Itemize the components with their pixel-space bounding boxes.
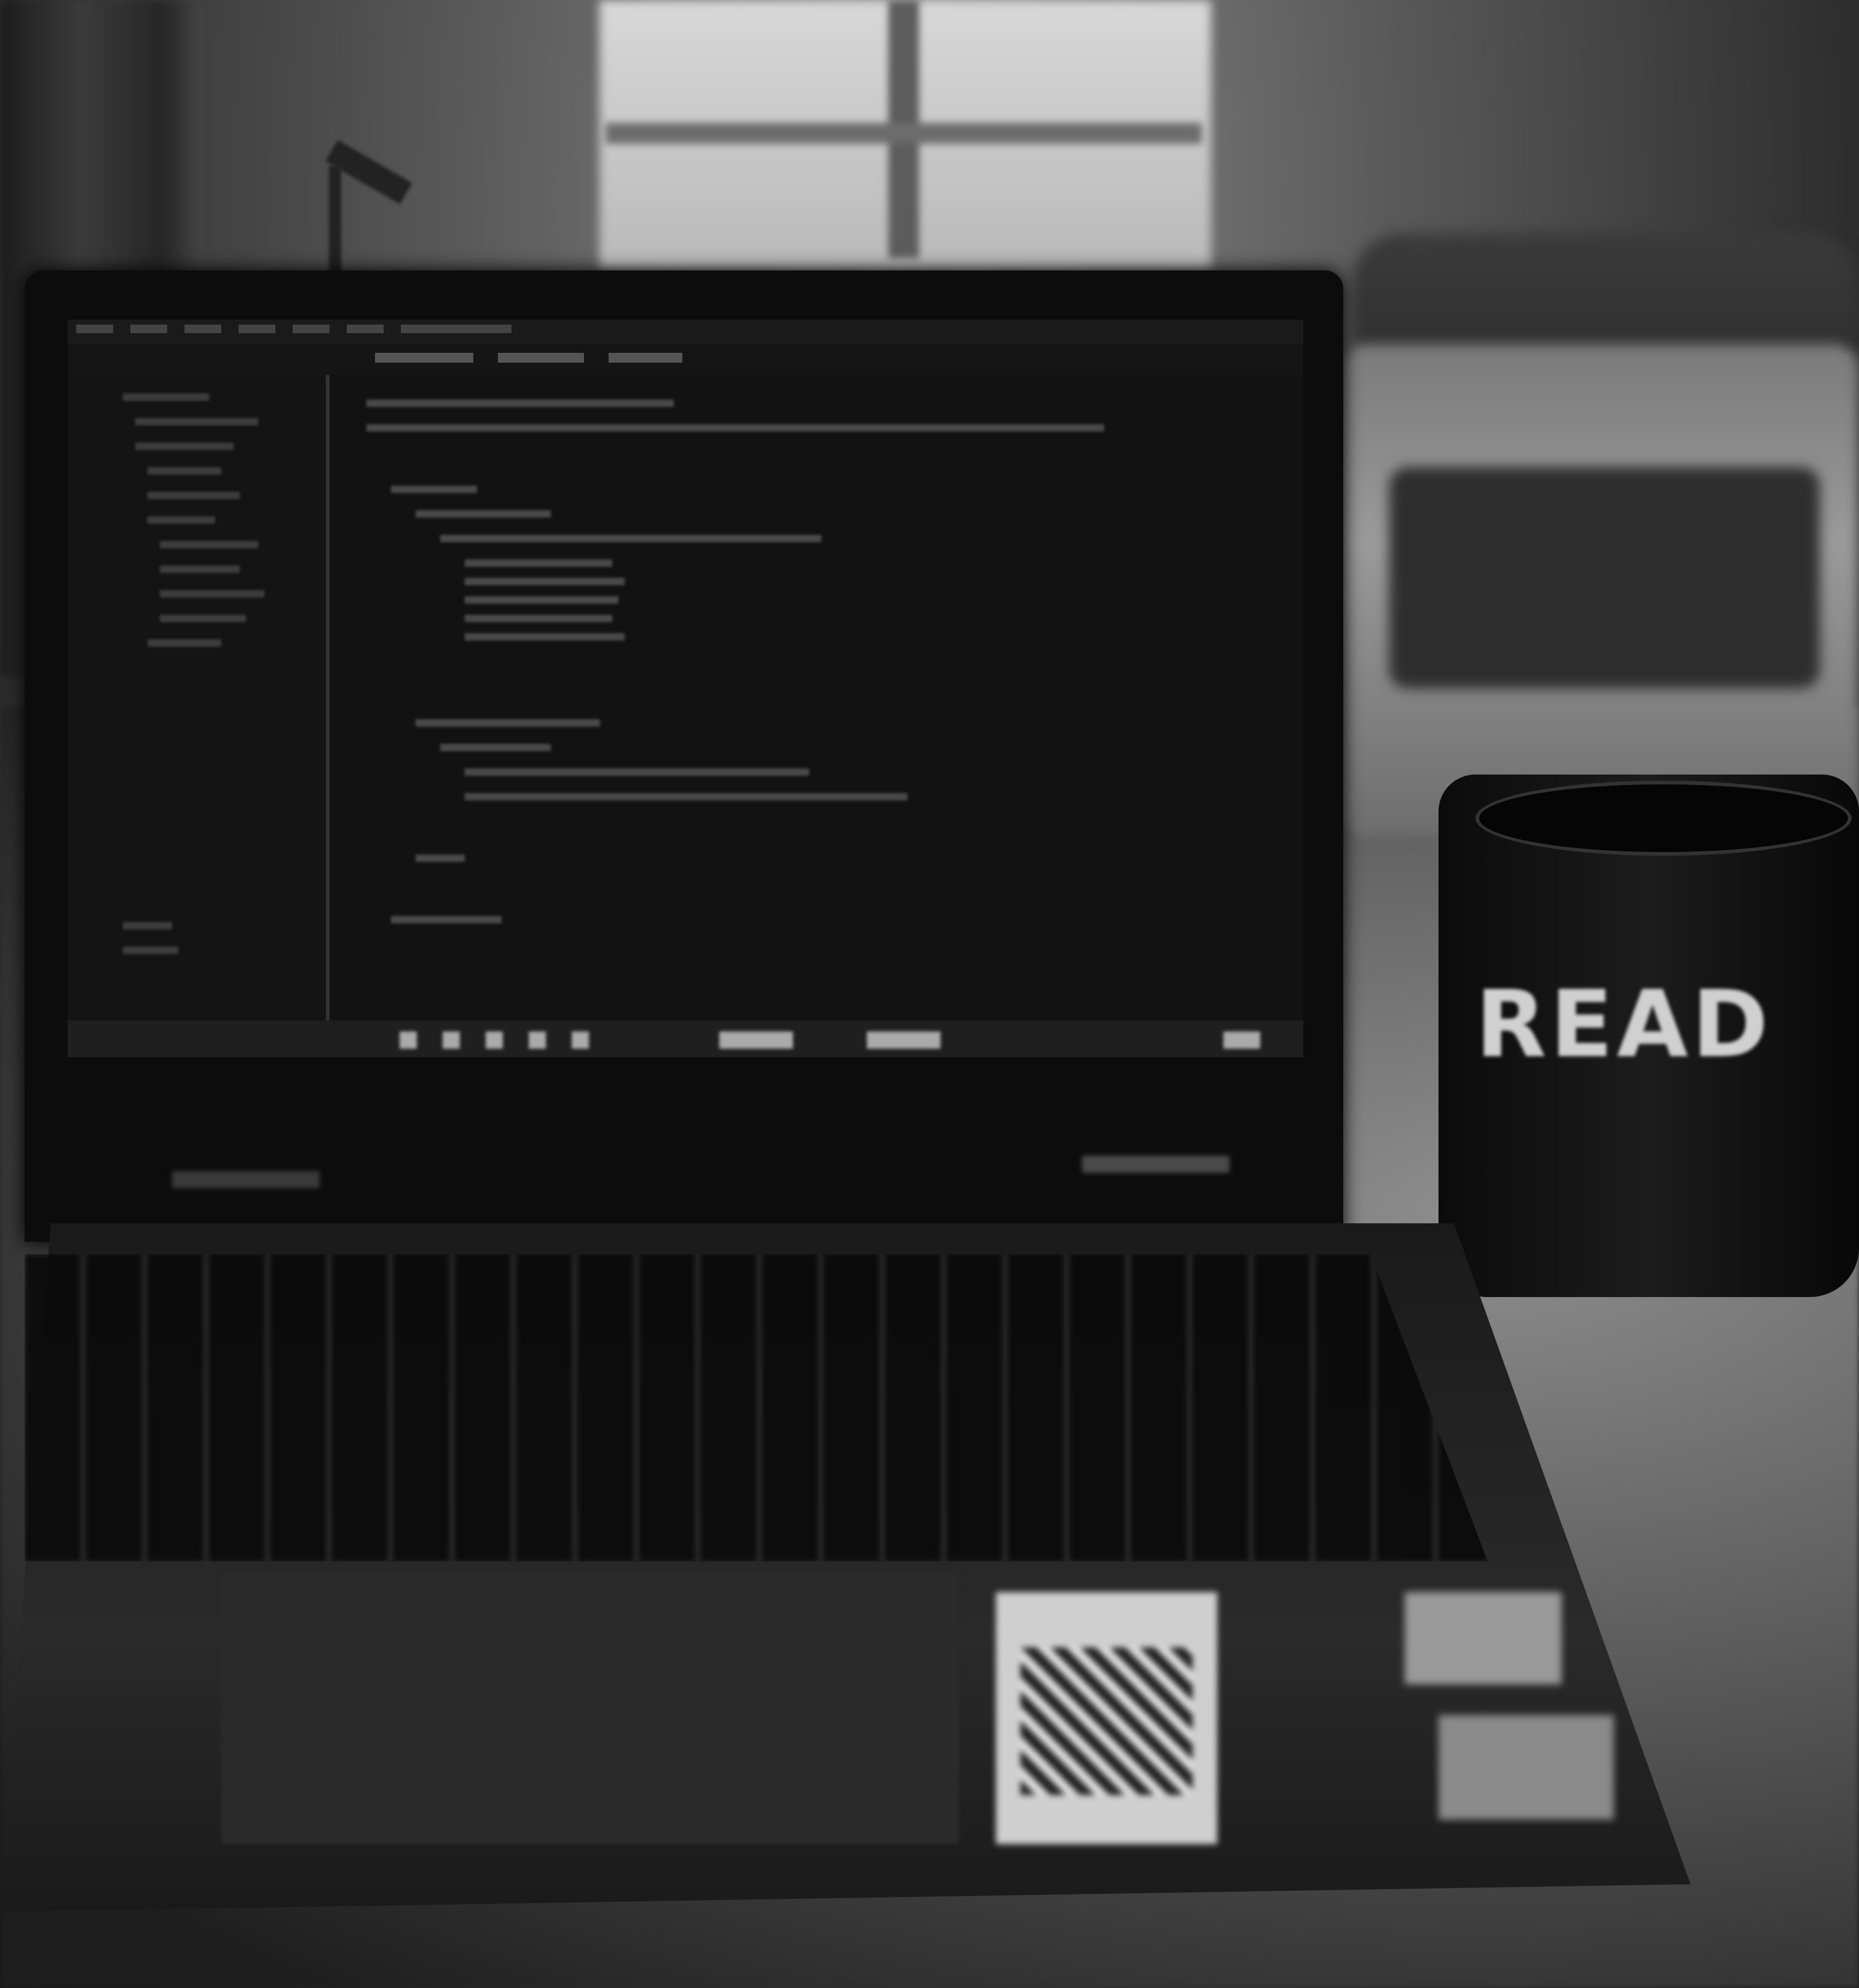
bezel-logo xyxy=(1082,1156,1229,1173)
taskbar-app-icon[interactable] xyxy=(486,1031,503,1049)
ide-file-tree[interactable] xyxy=(68,375,330,1020)
taskbar-app-icon[interactable] xyxy=(529,1031,546,1049)
laptop-screen xyxy=(68,320,1303,1057)
ide-editor[interactable] xyxy=(330,375,1303,1020)
mug-rim xyxy=(1475,781,1852,856)
taskbar-app-icon[interactable] xyxy=(572,1031,589,1049)
mug-text: READ xyxy=(1475,971,1772,1063)
ide-menubar[interactable] xyxy=(68,320,1303,344)
taskbar-app-icon[interactable] xyxy=(400,1031,417,1049)
taskbar[interactable] xyxy=(68,1020,1303,1057)
sticker xyxy=(1405,1592,1561,1684)
window-frame-horizontal xyxy=(606,123,1202,144)
keyboard[interactable] xyxy=(25,1254,1488,1561)
ide-tabbar[interactable] xyxy=(68,344,1303,375)
clock-icon[interactable] xyxy=(1223,1031,1260,1049)
sticker xyxy=(1439,1715,1614,1820)
taskbar-app-icon[interactable] xyxy=(719,1031,793,1049)
chair-back-slat xyxy=(1389,467,1820,688)
microphone-stand xyxy=(329,166,341,277)
taskbar-app-icon[interactable] xyxy=(443,1031,460,1049)
qr-code-icon xyxy=(1020,1647,1193,1795)
taskbar-app-icon[interactable] xyxy=(867,1031,941,1049)
bezel-logo xyxy=(172,1171,320,1188)
touchpad[interactable] xyxy=(221,1574,959,1844)
